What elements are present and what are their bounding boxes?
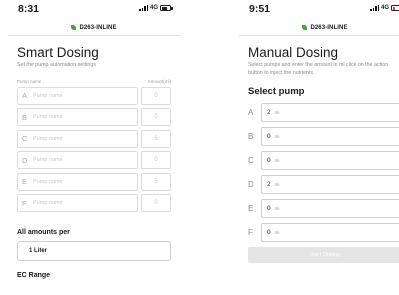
signal-icon [139, 5, 148, 11]
manual-dosing-screen: 9:51 4G D263-INLINE Manual Dosing Select… [239, 0, 399, 295]
device-name: D263-INLINE [310, 24, 348, 31]
battery-icon [160, 5, 173, 11]
dose-list: A 2 ml B 0 ml C 0 ml D 2 ml E 0 ml F 0 m… [248, 103, 399, 242]
dose-amount-input[interactable]: 2 ml [261, 175, 399, 194]
dose-amount-input[interactable]: 0 ml [261, 151, 399, 170]
pump-letter: C [22, 134, 28, 144]
status-bar: 9:51 4G [239, 0, 399, 20]
dose-value: 0 [267, 157, 271, 164]
pump-row-d: D Pump name 0 [17, 151, 171, 170]
pump-letter: E [22, 177, 28, 187]
all-amounts-select[interactable]: 1 Liter [17, 241, 171, 262]
status-icons: 4G [139, 5, 173, 11]
pump-amount-input[interactable]: 0 [141, 108, 171, 127]
pump-name-placeholder: Pump name [33, 135, 63, 142]
divider [239, 35, 399, 36]
dose-value: 0 [267, 133, 271, 140]
pump-name-placeholder: Pump name [33, 178, 63, 185]
dose-amount-input[interactable]: 0 ml [261, 199, 399, 218]
dose-amount-input[interactable]: 0 ml [261, 127, 399, 146]
pump-name-placeholder: Pump name [33, 92, 63, 99]
battery-icon [391, 5, 399, 11]
column-headers: Pump name Amount(ml) [17, 79, 171, 84]
dose-unit: ml [274, 182, 280, 187]
start-dosing-button[interactable]: Start Dosing [248, 247, 399, 263]
page-title: Smart Dosing [17, 45, 99, 60]
page-subtitle: Set the pump automation settings [17, 62, 96, 68]
pump-letter: F [248, 228, 253, 237]
pump-row-c: C Pump name 5 [17, 129, 171, 148]
dose-value: 0 [267, 229, 271, 236]
all-amounts-label: All amounts per [17, 229, 70, 237]
pump-letter: D [248, 180, 254, 189]
pump-name-input[interactable]: D Pump name [17, 151, 138, 170]
dose-row-d: D 2 ml [248, 175, 399, 194]
pump-letter: C [248, 156, 254, 165]
pump-name-placeholder: Pump name [33, 200, 63, 207]
pump-letter: B [22, 112, 28, 122]
column-header-pump-name: Pump name [17, 78, 42, 84]
dose-row-c: C 0 ml [248, 151, 399, 170]
dose-unit: ml [274, 110, 280, 115]
signal-icon [370, 5, 379, 11]
pump-list: A Pump name 0 B Pump name 0 C Pump name … [17, 86, 171, 213]
pump-letter: A [248, 108, 254, 117]
smart-dosing-screen: 8:31 4G D263-INLINE Smart Dosing Set the… [8, 0, 180, 295]
pump-amount-input[interactable]: 0 [141, 151, 171, 170]
pump-name-input[interactable]: A Pump name [17, 86, 138, 105]
status-time: 9:51 [249, 3, 271, 15]
pump-amount-input[interactable]: 0 [141, 194, 171, 213]
leaf-icon [71, 25, 77, 30]
device-header: D263-INLINE [8, 20, 180, 35]
dose-value: 0 [267, 205, 271, 212]
divider [8, 35, 180, 36]
status-icons: 4G [370, 5, 399, 11]
dose-value: 2 [267, 181, 271, 188]
pump-name-placeholder: Pump name [33, 114, 63, 121]
dose-unit: ml [274, 134, 280, 139]
status-time: 8:31 [18, 3, 40, 15]
dose-unit: ml [274, 206, 280, 211]
ec-range-label: EC Range [17, 272, 51, 280]
network-label: 4G [380, 5, 389, 11]
pump-row-b: B Pump name 0 [17, 108, 171, 127]
pump-amount-input[interactable]: 5 [141, 129, 171, 148]
device-header: D263-INLINE [239, 20, 399, 35]
pump-row-e: E Pump name 5 [17, 172, 171, 191]
select-pump-label: Select pump [248, 86, 305, 97]
dose-amount-input[interactable]: 0 ml [261, 223, 399, 242]
page-title: Manual Dosing [248, 45, 339, 60]
dose-row-e: E 0 ml [248, 199, 399, 218]
dose-row-b: B 0 ml [248, 127, 399, 146]
page-subtitle: Select pumps and enter the amount in ml … [248, 62, 389, 76]
pump-letter: F [22, 198, 27, 208]
status-bar: 8:31 4G [8, 0, 180, 20]
dose-unit: ml [274, 230, 280, 235]
pump-letter: D [22, 155, 28, 165]
pump-name-input[interactable]: B Pump name [17, 108, 138, 127]
dose-value: 2 [267, 109, 271, 116]
pump-letter: A [22, 91, 28, 100]
pump-name-input[interactable]: C Pump name [17, 129, 138, 148]
pump-name-input[interactable]: F Pump name [17, 194, 138, 213]
pump-row-f: F Pump name 0 [17, 194, 171, 213]
leaf-icon [302, 25, 308, 30]
pump-row-a: A Pump name 0 [17, 86, 171, 105]
dose-amount-input[interactable]: 2 ml [261, 103, 399, 122]
column-header-amount: Amount(ml) [147, 78, 171, 84]
pump-amount-input[interactable]: 5 [141, 172, 171, 191]
pump-name-placeholder: Pump name [33, 157, 63, 164]
device-name: D263-INLINE [79, 24, 117, 31]
pump-letter: B [248, 132, 254, 141]
dose-unit: ml [274, 158, 280, 163]
network-label: 4G [149, 5, 158, 11]
pump-letter: E [248, 204, 254, 213]
pump-name-input[interactable]: E Pump name [17, 172, 138, 191]
dose-row-f: F 0 ml [248, 223, 399, 242]
pump-amount-input[interactable]: 0 [141, 86, 171, 105]
dose-row-a: A 2 ml [248, 103, 399, 122]
